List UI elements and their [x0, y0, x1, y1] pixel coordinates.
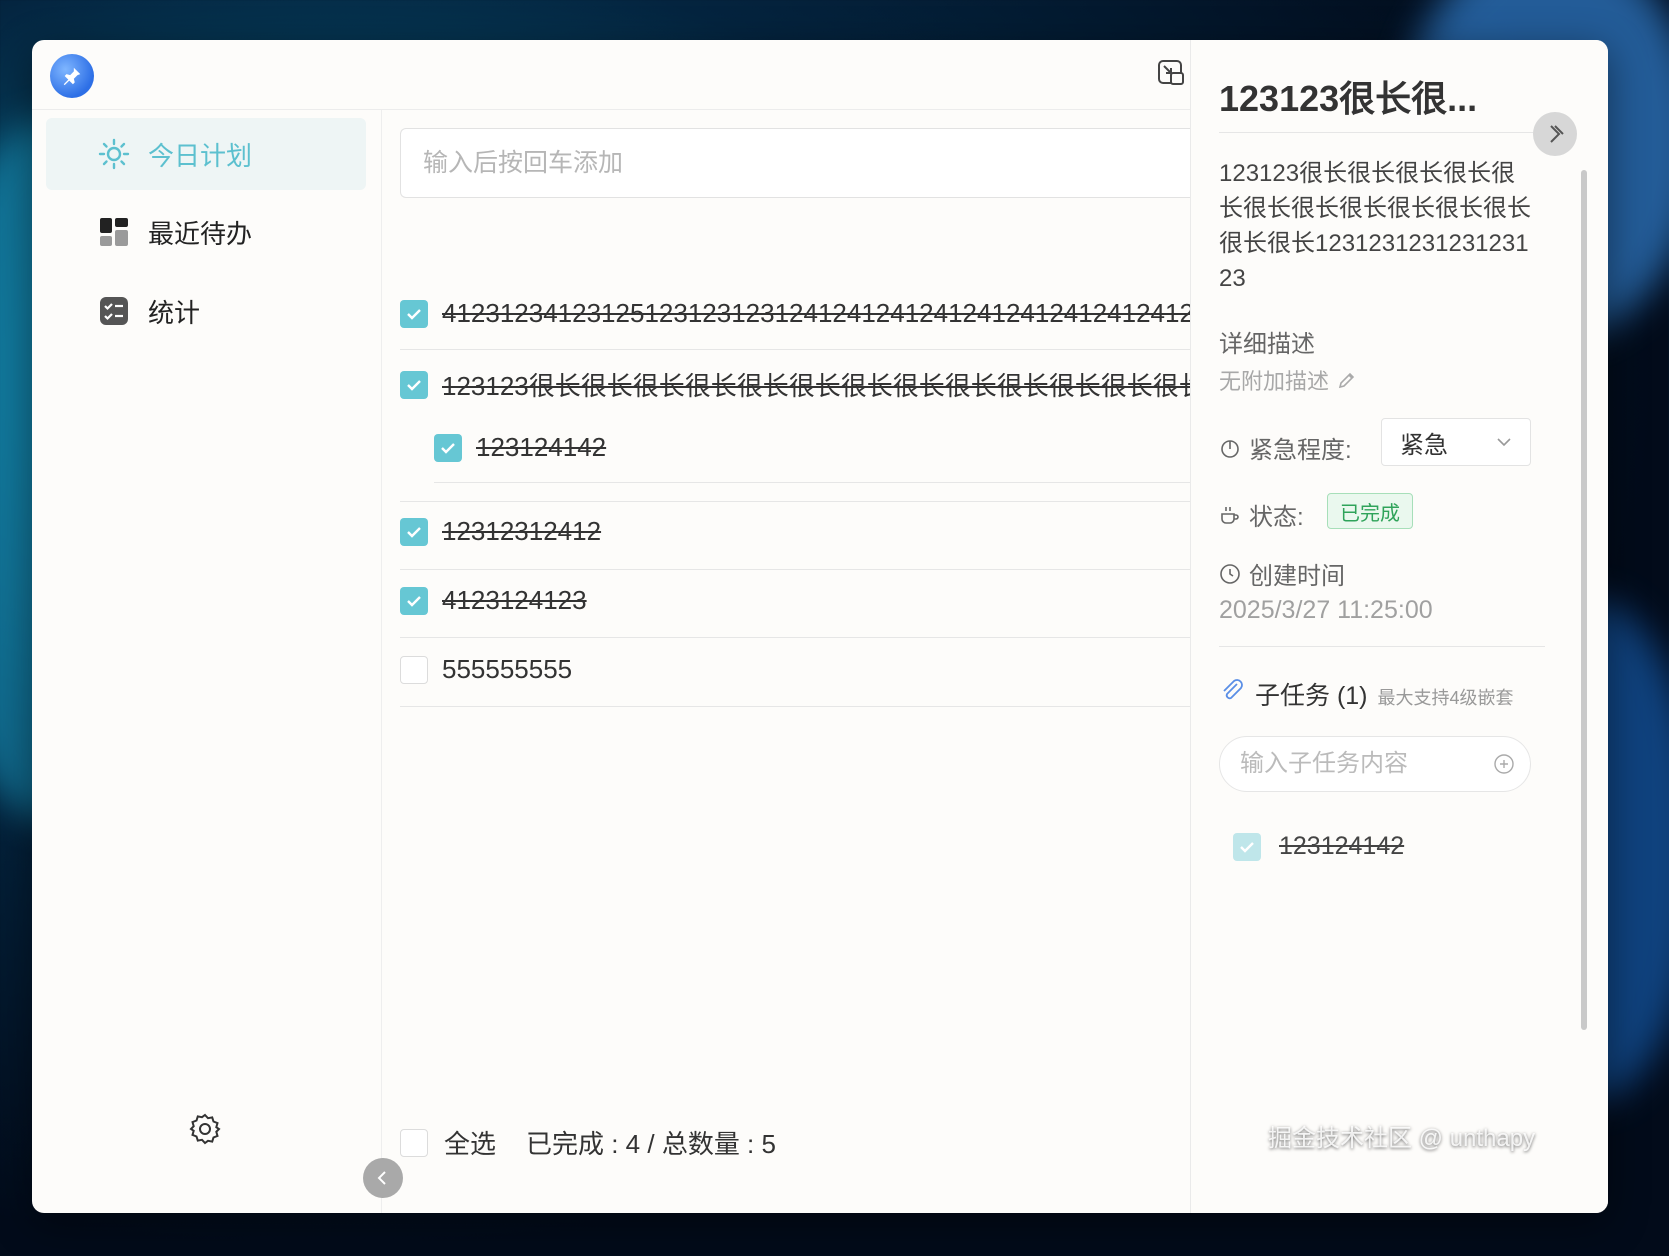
created-label: 创建时间 [1249, 563, 1345, 590]
detail-full-title[interactable]: 123123很长很长很长很长很长很长很长很长很长很长很长很长很长12312312… [1219, 156, 1535, 296]
urgency-value: 紧急 [1400, 431, 1448, 459]
gear-icon [189, 1113, 221, 1145]
created-row: 创建时间 [1219, 556, 1345, 591]
select-all-label[interactable]: 全选 [444, 1124, 496, 1161]
paperclip-icon [1223, 679, 1243, 700]
urgency-select[interactable]: 紧急 [1381, 418, 1531, 466]
description-heading: 详细描述 [1219, 324, 1315, 359]
description-label: 详细描述 [1219, 331, 1315, 358]
title-bar [32, 40, 1190, 110]
row-divider [400, 569, 1190, 570]
task-checkbox[interactable] [400, 586, 428, 615]
task-label: 123124142 [476, 432, 607, 462]
task-checkbox[interactable] [400, 370, 428, 399]
settings-button[interactable] [188, 1112, 222, 1146]
task-item[interactable]: 123123很长很长很长很长很长很长很长很长很长很长很长很长很长很长很长很长很长… [400, 366, 1190, 403]
sidebar-item-label: 今日计划 [148, 140, 253, 171]
add-circle-icon[interactable] [1493, 753, 1515, 775]
sidebar-item-label: 最近待办 [148, 218, 253, 249]
task-label: 4123124123 [442, 585, 587, 615]
app-window: 今日计划 最近待办 统计 输入后按回车添加 412312341231251231… [32, 40, 1608, 1213]
collapse-sidebar-button[interactable] [363, 1158, 403, 1198]
chevron-down-icon [1497, 438, 1511, 447]
task-label: 123123很长很长很长很长很长很长很长很长很长很长很长很长很长很长很长很长很长… [442, 371, 1190, 401]
urgency-row: 紧急程度: [1219, 430, 1352, 465]
subtasks-label: 子任务 (1) [1255, 682, 1368, 710]
detail-title: 123123很长很... [1219, 78, 1478, 119]
chevron-right-icon [1550, 125, 1564, 143]
task-checkbox[interactable] [434, 433, 462, 462]
task-label: 4123123412312512312312312412412412412412… [442, 298, 1190, 328]
fullscreen-toggle-button[interactable] [1156, 58, 1188, 90]
completion-summary: 已完成 : 4 / 总数量 : 5 [526, 1129, 776, 1159]
sidebar-item-recent[interactable]: 最近待办 [46, 196, 366, 268]
sidebar-item-label: 统计 [148, 297, 201, 328]
sidebar-item-stats[interactable]: 统计 [46, 275, 366, 347]
row-divider [434, 482, 1190, 483]
row-divider [400, 349, 1190, 350]
detail-divider [1219, 646, 1545, 647]
subtask-item[interactable]: 123124142 [434, 432, 1190, 463]
task-label: 555555555 [442, 654, 573, 684]
close-detail-button[interactable] [1533, 112, 1577, 156]
subtasks-header: 子任务 (1) 最大支持4级嵌套 [1219, 676, 1514, 712]
subtask-input[interactable] [1219, 736, 1531, 792]
sun-icon [98, 138, 130, 170]
row-divider [400, 706, 1190, 707]
checklist-icon [98, 295, 130, 327]
exit-fullscreen-icon [1158, 60, 1184, 85]
edit-icon [1338, 372, 1355, 389]
dashboard-icon [98, 216, 130, 248]
task-item[interactable]: 4123124123 [400, 585, 1190, 616]
timer-icon [1221, 439, 1239, 458]
add-task-input[interactable] [400, 128, 1190, 198]
pin-icon [63, 67, 81, 86]
list-footer: 全选 已完成 : 4 / 总数量 : 5 [400, 1124, 776, 1161]
urgency-label: 紧急程度: [1249, 437, 1352, 464]
description-empty-text: 无附加描述 [1219, 369, 1330, 394]
check-icon [441, 442, 455, 454]
task-checkbox[interactable] [400, 517, 428, 546]
task-item[interactable]: 12312312412 [400, 516, 1190, 547]
subtask-label: 123124142 [1279, 832, 1405, 860]
detail-divider [1219, 132, 1545, 133]
clock-icon [1220, 563, 1240, 584]
coffee-icon [1221, 506, 1239, 524]
row-divider [400, 637, 1190, 638]
task-item[interactable]: 4123123412312512312312312412412412412412… [400, 298, 1190, 329]
task-checkbox[interactable] [400, 655, 428, 684]
detail-scrollbar[interactable] [1581, 170, 1587, 1030]
task-list-panel: 4123123412312512312312312412412412412412… [382, 110, 1190, 1213]
sidebar-item-today[interactable]: 今日计划 [46, 118, 366, 190]
chevron-left-icon [377, 1171, 386, 1185]
check-icon [407, 526, 421, 538]
check-icon [407, 308, 421, 320]
app-logo [50, 54, 94, 98]
watermark: 掘金技术社区 @ unthapy [1268, 1125, 1536, 1152]
row-divider [400, 501, 1190, 502]
select-all-checkbox[interactable] [400, 1128, 428, 1157]
created-date: 2025/3/27 11:25:00 [1219, 596, 1433, 624]
task-checkbox[interactable] [400, 299, 428, 328]
subtasks-hint: 最大支持4级嵌套 [1377, 688, 1514, 708]
subtask-checkbox[interactable] [1233, 832, 1261, 861]
status-badge: 已完成 [1327, 493, 1413, 529]
task-item[interactable]: 555555555 [400, 654, 1190, 685]
status-label: 状态: [1249, 504, 1304, 531]
status-row: 状态: [1219, 497, 1304, 532]
sidebar: 今日计划 最近待办 统计 [32, 110, 382, 1213]
task-label: 12312312412 [442, 516, 602, 546]
subtask-list-item[interactable]: 123124142 [1233, 832, 1404, 861]
check-icon [1240, 841, 1254, 853]
check-icon [407, 379, 421, 391]
description-value[interactable]: 无附加描述 [1219, 364, 1357, 396]
check-icon [407, 595, 421, 607]
task-detail-panel: 123123很长很... 123123很长很长很长很长很长很长很长很长很长很长很… [1190, 40, 1608, 1213]
